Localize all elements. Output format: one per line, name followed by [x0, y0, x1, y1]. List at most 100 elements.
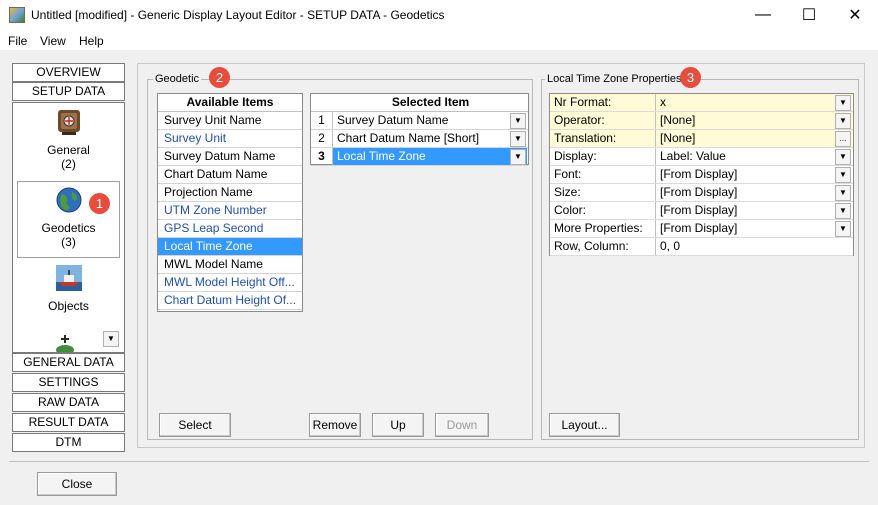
property-name: Size: [550, 184, 656, 201]
property-name: Row, Column: [550, 238, 656, 255]
ship-icon [55, 265, 82, 291]
property-row: Translation: [None]... [550, 130, 853, 148]
nav-item-objects-label: Objects [48, 299, 89, 313]
property-name: Operator: [550, 112, 656, 129]
available-item[interactable]: MWL Model Height Off... [158, 274, 302, 292]
menu-file[interactable]: File [8, 34, 27, 48]
available-item[interactable]: Survey Datum Name [158, 148, 302, 166]
nav-tab-setup-data[interactable]: SETUP DATA [12, 82, 125, 101]
available-item[interactable]: GPS Leap Second [158, 220, 302, 238]
chevron-down-icon[interactable]: ▼ [835, 95, 851, 111]
property-value: 0, 0 [656, 238, 853, 255]
nav-tab-raw-data[interactable]: RAW DATA [12, 393, 125, 412]
chevron-down-icon[interactable]: ▼ [835, 221, 851, 237]
maximize-button[interactable]: ☐ [786, 0, 832, 30]
property-value[interactable]: [From Display] [656, 220, 853, 237]
property-row: Row, Column: 0, 0 [550, 238, 853, 256]
property-row: Color: [From Display] ▼ [550, 202, 853, 220]
property-name: Font: [550, 166, 656, 183]
property-value[interactable]: [From Display] [656, 184, 853, 201]
property-name: Translation: [550, 130, 656, 147]
down-button: Down [435, 413, 489, 437]
available-item[interactable]: Projection Name [158, 184, 302, 202]
nav-item-general-count: (2) [61, 157, 76, 171]
layout-button[interactable]: Layout... [549, 413, 620, 437]
nav-tab-settings[interactable]: SETTINGS [12, 373, 125, 392]
chevron-down-icon[interactable]: ▼ [835, 113, 851, 129]
chevron-down-icon[interactable]: ▼ [835, 167, 851, 183]
chevron-down-icon[interactable]: ▼ [510, 113, 526, 129]
menu-view[interactable]: View [40, 34, 66, 48]
nav-item-geodetics-label: Geodetics [41, 221, 96, 235]
window-title: Untitled [modified] - Generic Display La… [31, 8, 445, 22]
nav-item-geodetics-count: (3) [61, 235, 76, 249]
app-icon [9, 7, 25, 23]
partial-nav-icon [56, 335, 74, 352]
nav-item-general-label: General [47, 143, 90, 157]
property-value[interactable]: [None] [656, 112, 853, 129]
property-name: Display: [550, 148, 656, 165]
property-value[interactable]: [None] [656, 130, 853, 147]
chevron-down-icon[interactable]: ▼ [510, 149, 526, 165]
available-items-header: Available Items [158, 94, 302, 112]
nav-scroll-down-button[interactable]: ▼ [103, 331, 119, 347]
minimize-button[interactable]: — [740, 0, 786, 30]
property-value[interactable]: Label: Value [656, 148, 853, 165]
menu-help[interactable]: Help [79, 34, 104, 48]
chevron-down-icon[interactable]: ▼ [835, 149, 851, 165]
selected-items-header: Selected Item [311, 94, 528, 112]
select-button[interactable]: Select [159, 413, 231, 437]
nav-item-geodetics[interactable]: Geodetics (3) [13, 186, 124, 249]
callout-badge-3: 3 [680, 67, 701, 88]
up-button[interactable]: Up [372, 413, 424, 437]
nav-tab-general-data[interactable]: GENERAL DATA [12, 353, 125, 372]
property-value[interactable]: [From Display] [656, 166, 853, 183]
property-row: Display: Label: Value ▼ [550, 148, 853, 166]
property-row: Font: [From Display] ▼ [550, 166, 853, 184]
selected-item-label[interactable]: Chart Datum Name [Short] [333, 130, 528, 147]
available-item[interactable]: Chart Datum Name [158, 166, 302, 184]
property-row: Operator: [None] ▼ [550, 112, 853, 130]
selected-item-number: 2 [311, 130, 333, 147]
close-window-button[interactable]: ✕ [832, 0, 878, 30]
selected-item-label[interactable]: Survey Datum Name [333, 112, 528, 129]
chevron-down-icon[interactable]: ▼ [835, 185, 851, 201]
property-row: Size: [From Display] ▼ [550, 184, 853, 202]
callout-badge-1: 1 [89, 193, 110, 214]
available-item[interactable]: UTM Zone Number [158, 202, 302, 220]
footer-divider [9, 461, 869, 462]
properties-group-title: Local Time Zone Properties [545, 73, 684, 85]
available-item[interactable]: Chart Datum Height Of... [158, 292, 302, 310]
property-value[interactable]: x [656, 94, 853, 111]
property-name: More Properties: [550, 220, 656, 237]
globe-icon [56, 187, 81, 213]
nav-item-objects[interactable]: Objects [13, 264, 124, 313]
ellipsis-button[interactable]: ... [835, 131, 851, 147]
property-row: More Properties: [From Display] ▼ [550, 220, 853, 238]
remove-button[interactable]: Remove [309, 413, 361, 437]
available-item[interactable]: MWL Model Name [158, 256, 302, 274]
property-value[interactable]: [From Display] [656, 202, 853, 219]
nav-item-general[interactable]: General (2) [13, 108, 124, 171]
selected-items-list: Selected Item 1 Survey Datum Name ▼ 2 Chart … [310, 93, 529, 166]
available-item[interactable]: Local Time Zone [158, 238, 302, 256]
property-name: Nr Format: [550, 94, 656, 111]
close-button[interactable]: Close [37, 472, 117, 496]
available-item[interactable]: Survey Unit Name [158, 112, 302, 130]
chevron-down-icon[interactable]: ▼ [510, 131, 526, 147]
available-items-list: Available Items Survey Unit Name Survey U… [157, 93, 303, 312]
selected-item-row[interactable]: 1 Survey Datum Name ▼ [311, 112, 528, 130]
geodetic-group-title: Geodetic [153, 73, 202, 85]
selected-item-number: 3 [311, 148, 333, 165]
nav-tab-dtm[interactable]: DTM [12, 433, 125, 452]
chevron-down-icon[interactable]: ▼ [835, 203, 851, 219]
nav-tab-result-data[interactable]: RESULT DATA [12, 413, 125, 432]
nav-tab-overview[interactable]: OVERVIEW [12, 63, 125, 82]
selected-item-number: 1 [311, 112, 333, 129]
menu-bar [0, 30, 878, 50]
available-item[interactable]: Survey Unit [158, 130, 302, 148]
selected-item-label[interactable]: Local Time Zone [333, 148, 527, 165]
properties-grid: Nr Format: x ▼ Operator: [None] ▼ Translation:… [549, 93, 854, 256]
selected-item-row[interactable]: 3 Local Time Zone ▼ [311, 148, 528, 166]
selected-item-row[interactable]: 2 Chart Datum Name [Short] ▼ [311, 130, 528, 148]
